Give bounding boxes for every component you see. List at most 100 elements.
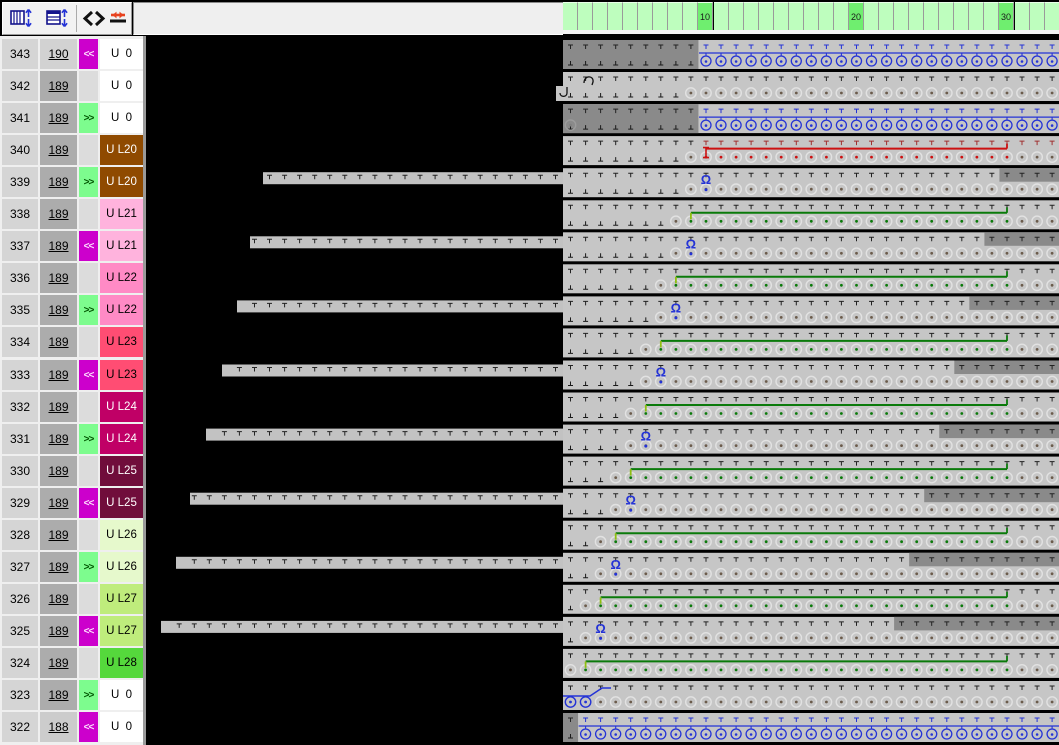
carriage-direction-cell[interactable]: << (79, 360, 98, 390)
yarn-label-cell[interactable]: U L22 (100, 263, 143, 293)
row-value-link[interactable]: 189 (40, 392, 77, 422)
pattern-row[interactable]: Ω (176, 553, 1059, 582)
pattern-row[interactable] (563, 40, 1059, 69)
ruler-cell[interactable] (864, 2, 879, 31)
ruler-cell[interactable]: 10 (698, 2, 713, 31)
ruler-cell[interactable] (744, 2, 759, 31)
ruler-cell[interactable] (984, 2, 999, 31)
row-value-link[interactable]: 190 (40, 39, 77, 69)
yarn-label-cell[interactable]: U L23 (100, 360, 143, 390)
carriage-direction-cell[interactable] (79, 263, 98, 293)
pattern-row[interactable] (563, 136, 1059, 165)
yarn-label-cell[interactable]: U L24 (100, 424, 143, 454)
row-value-link[interactable]: 189 (40, 231, 77, 261)
carriage-direction-cell[interactable] (79, 456, 98, 486)
carriage-direction-cell[interactable] (79, 584, 98, 614)
row-number[interactable]: 336 (2, 263, 38, 293)
carriage-direction-cell[interactable]: << (79, 712, 98, 742)
carriage-direction-cell[interactable] (79, 71, 98, 101)
pattern-row[interactable]: Ω (250, 232, 1059, 261)
yarn-label-cell[interactable]: U L28 (100, 648, 143, 678)
pattern-row[interactable] (563, 713, 1059, 742)
row-value-link[interactable]: 189 (40, 199, 77, 229)
row-number[interactable]: 327 (2, 552, 38, 582)
row-value-link[interactable]: 189 (40, 167, 77, 197)
pattern-row[interactable]: Ω (206, 425, 1059, 454)
ruler-cell[interactable] (638, 2, 653, 31)
ruler-cell[interactable] (1015, 2, 1030, 31)
row-value-link[interactable]: 189 (40, 520, 77, 550)
carriage-direction-cell[interactable]: << (79, 616, 98, 646)
ruler-cell[interactable] (939, 2, 954, 31)
carriage-direction-cell[interactable]: << (79, 39, 98, 69)
row-number[interactable]: 334 (2, 327, 38, 357)
row-number[interactable]: 342 (2, 71, 38, 101)
pattern-row[interactable]: Ω (222, 361, 1059, 390)
row-number[interactable]: 322 (2, 712, 38, 742)
ruler-cell[interactable] (804, 2, 819, 31)
carriage-direction-cell[interactable]: >> (79, 103, 98, 133)
yarn-label-cell[interactable]: U L20 (100, 135, 143, 165)
yarn-label-cell[interactable]: U L22 (100, 295, 143, 325)
yarn-label-cell[interactable]: U 0 (100, 39, 143, 69)
yarn-label-cell[interactable]: U L27 (100, 616, 143, 646)
pattern-row[interactable] (563, 521, 1059, 550)
row-value-link[interactable]: 189 (40, 648, 77, 678)
pattern-row[interactable] (563, 200, 1059, 229)
row-value-link[interactable]: 189 (40, 552, 77, 582)
row-number[interactable]: 324 (2, 648, 38, 678)
yarn-label-cell[interactable]: U L21 (100, 231, 143, 261)
pattern-row[interactable] (556, 72, 1059, 101)
pattern-row[interactable] (563, 585, 1059, 614)
yarn-label-cell[interactable]: U L25 (100, 488, 143, 518)
row-value-link[interactable]: 189 (40, 360, 77, 390)
pattern-row[interactable] (563, 393, 1059, 422)
row-value-link[interactable]: 189 (40, 263, 77, 293)
row-value-link[interactable]: 189 (40, 616, 77, 646)
carriage-direction-cell[interactable] (79, 327, 98, 357)
yarn-label-cell[interactable]: U L26 (100, 552, 143, 582)
carriage-direction-cell[interactable] (79, 135, 98, 165)
row-number[interactable]: 331 (2, 424, 38, 454)
row-number[interactable]: 339 (2, 167, 38, 197)
ruler-cell[interactable] (608, 2, 623, 31)
ruler-cell[interactable] (593, 2, 608, 31)
ruler-cell[interactable] (909, 2, 924, 31)
row-number[interactable]: 325 (2, 616, 38, 646)
ruler-cell[interactable] (578, 2, 593, 31)
row-value-link[interactable]: 189 (40, 488, 77, 518)
ruler-cell[interactable] (969, 2, 984, 31)
ruler-cell[interactable] (819, 2, 834, 31)
row-value-link[interactable]: 189 (40, 103, 77, 133)
carriage-direction-cell[interactable] (79, 392, 98, 422)
ruler-cell[interactable] (834, 2, 849, 31)
ruler-cell[interactable] (714, 2, 729, 31)
carriage-direction-cell[interactable]: >> (79, 552, 98, 582)
yarn-label-cell[interactable]: U L25 (100, 456, 143, 486)
ruler-cell[interactable] (894, 2, 909, 31)
ruler-cell[interactable] (623, 2, 638, 31)
yarn-label-cell[interactable]: U 0 (100, 71, 143, 101)
carriage-direction-cell[interactable]: >> (79, 424, 98, 454)
row-number[interactable]: 340 (2, 135, 38, 165)
carriage-direction-cell[interactable] (79, 648, 98, 678)
row-value-link[interactable]: 189 (40, 424, 77, 454)
row-number[interactable]: 329 (2, 488, 38, 518)
yarn-label-cell[interactable]: U L26 (100, 520, 143, 550)
pattern-row[interactable] (563, 681, 1059, 710)
row-number[interactable]: 335 (2, 295, 38, 325)
ruler-cell[interactable] (668, 2, 683, 31)
row-number[interactable]: 333 (2, 360, 38, 390)
row-number[interactable]: 326 (2, 584, 38, 614)
row-value-link[interactable]: 189 (40, 456, 77, 486)
ruler-cell[interactable] (1030, 2, 1045, 31)
yarn-label-cell[interactable]: U 0 (100, 712, 143, 742)
pattern-row[interactable] (563, 104, 1059, 133)
row-number[interactable]: 330 (2, 456, 38, 486)
row-value-link[interactable]: 189 (40, 584, 77, 614)
pattern-row[interactable]: Ω (161, 617, 1059, 646)
yarn-label-cell[interactable]: U L24 (100, 392, 143, 422)
pattern-row[interactable] (563, 328, 1059, 357)
carriage-direction-cell[interactable]: >> (79, 295, 98, 325)
ruler-cell[interactable]: 20 (849, 2, 864, 31)
